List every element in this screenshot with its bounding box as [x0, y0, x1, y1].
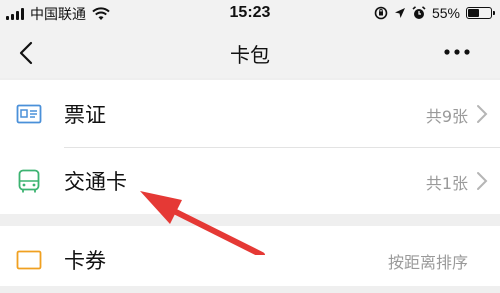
status-bar: 中国联通 15:23 55% — [0, 0, 500, 28]
list-item-label: 卡券 — [64, 249, 106, 273]
chevron-right-icon — [477, 172, 488, 190]
more-icon[interactable] — [442, 39, 472, 65]
list-item-label: 票证 — [64, 103, 106, 127]
list-item-coupons[interactable]: 卡券 按距离排序 — [0, 226, 500, 293]
battery-icon — [466, 7, 495, 19]
ticket-icon — [16, 104, 42, 124]
orientation-lock-icon — [374, 6, 388, 20]
bus-icon — [18, 169, 40, 193]
location-icon — [394, 8, 405, 18]
list-item-count: 共1张 — [425, 174, 468, 193]
chevron-right-icon — [477, 105, 488, 123]
alarm-icon — [412, 6, 426, 19]
status-right: 55% — [374, 5, 495, 21]
list-item-tickets[interactable]: 票证 共9张 — [0, 80, 500, 147]
list-item-label: 交通卡 — [64, 170, 127, 194]
list-item-count: 共9张 — [425, 107, 468, 126]
card-list: 票证 共9张 交通卡 共1张 — [0, 80, 500, 214]
coupon-icon — [16, 250, 42, 270]
battery-fill — [468, 9, 479, 17]
nav-bar: 卡包 — [0, 28, 500, 78]
coupon-list: 卡券 按距离排序 — [0, 226, 500, 286]
page-title: 卡包 — [230, 43, 270, 67]
battery-percent: 55% — [431, 5, 460, 21]
list-item-transit-card[interactable]: 交通卡 共1张 — [0, 147, 500, 214]
list-item-count: 按距离排序 — [387, 253, 468, 272]
